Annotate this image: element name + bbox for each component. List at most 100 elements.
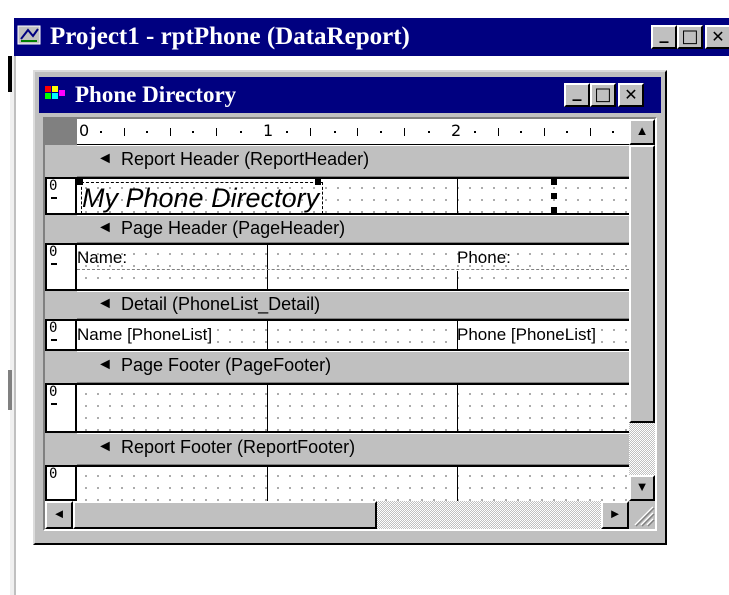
gutter-tick: [51, 197, 57, 199]
band-header-label: Page Header (PageHeader): [121, 218, 346, 238]
selection-handle[interactable]: [551, 179, 557, 185]
window-edge-mark: [8, 56, 12, 92]
band-collapse-icon: ◄: [97, 150, 113, 167]
grid-divider: [457, 179, 458, 213]
band-collapse-icon: ◄: [97, 295, 113, 312]
section-detail[interactable]: Name [PhoneList] Phone [PhoneList]: [77, 319, 629, 351]
scroll-down-button[interactable]: ▼: [629, 475, 655, 501]
report-designer-window[interactable]: Phone Directory _ □ ✕ 0 1 2 ◄ Report Hea…: [33, 70, 667, 545]
report-maximize-button[interactable]: □: [590, 83, 616, 107]
ruler-dot: [520, 131, 522, 133]
report-window-title: Phone Directory: [75, 82, 237, 107]
band-gutter: [45, 291, 77, 319]
ruler-dot: [240, 131, 242, 133]
vertical-scrollbar[interactable]: ▲ ▼: [629, 119, 655, 501]
grid-divider: [457, 321, 458, 349]
selection-handle[interactable]: [77, 179, 83, 185]
window-edge-mark: [8, 370, 12, 410]
gutter-zero-label: 0: [49, 178, 58, 194]
datareport-icon: [17, 25, 41, 45]
horizontal-scroll-thumb[interactable]: [73, 501, 377, 529]
outer-close-button[interactable]: ✕: [705, 25, 729, 49]
arrow-up-icon: ▲: [635, 123, 649, 138]
ruler-dot: [192, 131, 194, 133]
grid-divider: [267, 321, 268, 349]
gutter-zero-label: 0: [49, 244, 58, 260]
ruler-label: 1: [263, 121, 274, 140]
section-report-footer[interactable]: [77, 465, 629, 503]
name-field[interactable]: Name [PhoneList]: [77, 324, 213, 346]
grid-divider: [267, 467, 268, 503]
band-header-detail[interactable]: ◄ Detail (PhoneList_Detail): [77, 291, 629, 319]
resize-grip-icon[interactable]: [629, 501, 655, 529]
gutter-zero-label: 0: [49, 320, 58, 336]
ruler-dot: [146, 131, 148, 133]
ruler-corner: [45, 119, 77, 145]
horizontal-ruler: 0 1 2: [77, 119, 629, 145]
scroll-right-button[interactable]: ►: [601, 501, 629, 529]
report-design-surface[interactable]: 0 1 2 ◄ Report Header (ReportHeader) 0 M…: [43, 117, 657, 531]
section-ruler-page-footer: 0: [45, 383, 77, 433]
gutter-zero-label: 0: [49, 466, 58, 482]
band-header-report-footer[interactable]: ◄ Report Footer (ReportFooter): [77, 433, 629, 465]
ruler-tick: [310, 128, 311, 136]
outer-titlebar[interactable]: Project1 - rptPhone (DataReport) _ □ ✕: [14, 18, 729, 56]
arrow-down-icon: ▼: [635, 479, 649, 494]
report-window-titlebar[interactable]: Phone Directory _ □ ✕: [39, 77, 661, 113]
arrow-left-icon: ◄: [52, 506, 66, 521]
band-header-label: Page Footer (PageFooter): [121, 355, 332, 375]
section-page-header[interactable]: Name: Phone:: [77, 243, 629, 291]
ruler-dot: [474, 131, 476, 133]
band-collapse-icon: ◄: [97, 219, 113, 236]
selection-handle[interactable]: [551, 207, 557, 213]
vertical-scroll-track[interactable]: [629, 423, 655, 475]
scroll-left-button[interactable]: ◄: [45, 501, 73, 529]
band-collapse-icon: ◄: [97, 356, 113, 373]
close-icon: ✕: [624, 85, 638, 104]
outer-maximize-button[interactable]: □: [677, 25, 703, 49]
report-icon: [45, 86, 65, 99]
scroll-up-button[interactable]: ▲: [629, 119, 655, 145]
grid-divider: [457, 271, 458, 289]
ruler-tick: [498, 128, 499, 136]
report-minimize-button[interactable]: _: [564, 83, 590, 107]
selection-handle[interactable]: [315, 179, 321, 185]
outer-minimize-button[interactable]: _: [651, 25, 677, 49]
phone-field[interactable]: Phone [PhoneList]: [457, 324, 596, 346]
report-title-label[interactable]: My Phone Directory: [81, 182, 323, 214]
ruler-tick: [404, 128, 405, 136]
selection-handle[interactable]: [551, 193, 557, 199]
band-gutter: [45, 433, 77, 465]
band-gutter: [45, 215, 77, 243]
grid-divider: [457, 467, 458, 503]
minimize-icon: _: [659, 23, 669, 44]
outer-window-title: Project1 - rptPhone (DataReport): [50, 23, 410, 50]
horizontal-scrollbar[interactable]: ◄ ►: [45, 501, 629, 529]
grid-divider: [457, 385, 458, 431]
arrow-right-icon: ►: [608, 506, 622, 521]
section-ruler-page-header: 0: [45, 243, 77, 291]
band-header-page-header[interactable]: ◄ Page Header (PageHeader): [77, 215, 629, 243]
ruler-dot: [334, 131, 336, 133]
ruler-label: 0: [79, 121, 90, 140]
report-close-button[interactable]: ✕: [618, 83, 644, 107]
name-column-header[interactable]: Name:: [77, 247, 247, 269]
grid-divider: [267, 385, 268, 431]
band-header-label: Report Header (ReportHeader): [121, 149, 370, 169]
horizontal-scroll-track[interactable]: [377, 501, 601, 529]
ruler-dot: [566, 131, 568, 133]
section-ruler-report-header: 0: [45, 177, 77, 215]
ruler-dot: [100, 131, 102, 133]
section-page-footer[interactable]: [77, 383, 629, 433]
band-header-report-header[interactable]: ◄ Report Header (ReportHeader): [77, 145, 629, 177]
phone-column-header[interactable]: Phone:: [457, 247, 629, 269]
gutter-tick: [51, 339, 57, 341]
vertical-scroll-thumb[interactable]: [629, 145, 655, 423]
close-icon: ✕: [711, 27, 725, 46]
band-header-page-footer[interactable]: ◄ Page Footer (PageFooter): [77, 351, 629, 383]
section-ruler-report-footer: 0: [45, 465, 77, 501]
section-report-header[interactable]: My Phone Directory: [77, 177, 629, 215]
ruler-dot: [286, 131, 288, 133]
outer-window-border-inner: [14, 56, 16, 595]
band-gutter: [45, 145, 77, 177]
